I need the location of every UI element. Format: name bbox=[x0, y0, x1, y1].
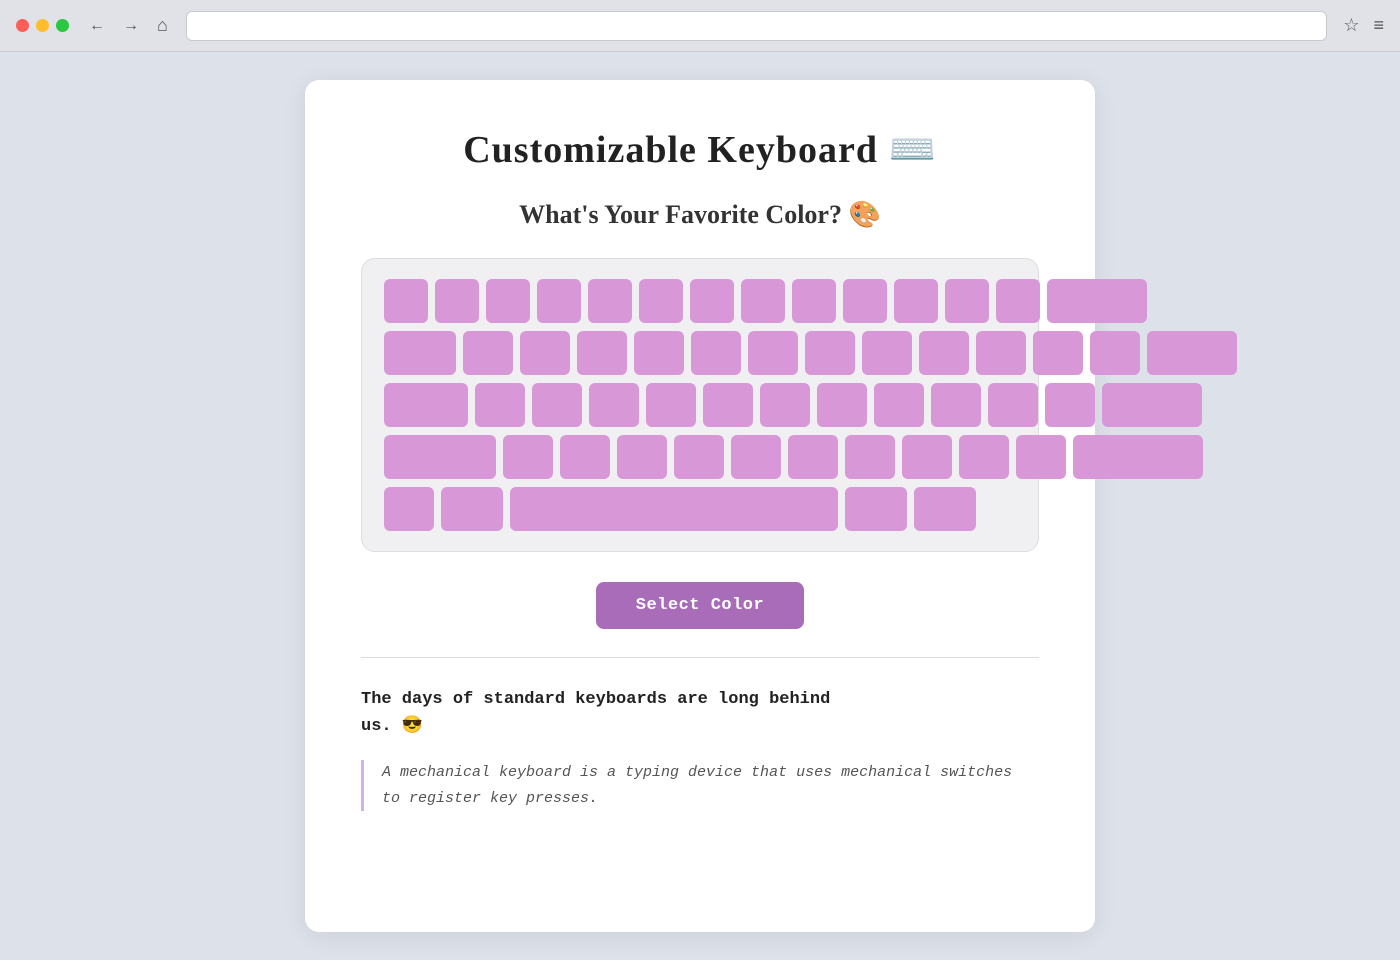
key-g[interactable] bbox=[703, 383, 753, 427]
key-semicolon[interactable] bbox=[988, 383, 1038, 427]
keyboard-row-2 bbox=[384, 331, 1016, 375]
address-bar[interactable] bbox=[186, 11, 1327, 41]
color-question: What's Your Favorite Color? 🎨 bbox=[361, 200, 1039, 230]
key-a[interactable] bbox=[475, 383, 525, 427]
key-minus[interactable] bbox=[945, 279, 989, 323]
key-0[interactable] bbox=[894, 279, 938, 323]
key-backspace[interactable] bbox=[1047, 279, 1147, 323]
bookmark-button[interactable]: ☆ bbox=[1343, 15, 1359, 36]
keyboard-row-1 bbox=[384, 279, 1016, 323]
key-backslash[interactable] bbox=[1147, 331, 1237, 375]
keyboard-row-3 bbox=[384, 383, 1016, 427]
key-equal[interactable] bbox=[996, 279, 1040, 323]
key-x[interactable] bbox=[560, 435, 610, 479]
key-shift-left[interactable] bbox=[384, 435, 496, 479]
key-arrow[interactable] bbox=[914, 487, 976, 531]
key-l[interactable] bbox=[931, 383, 981, 427]
key-w[interactable] bbox=[520, 331, 570, 375]
key-r[interactable] bbox=[634, 331, 684, 375]
traffic-lights bbox=[16, 19, 69, 32]
key-enter[interactable] bbox=[1102, 383, 1202, 427]
key-n[interactable] bbox=[788, 435, 838, 479]
key-5[interactable] bbox=[639, 279, 683, 323]
maximize-button[interactable] bbox=[56, 19, 69, 32]
page-card: Customizable Keyboard ⌨️ What's Your Fav… bbox=[305, 80, 1095, 932]
key-2[interactable] bbox=[486, 279, 530, 323]
key-e[interactable] bbox=[577, 331, 627, 375]
quote-block: A mechanical keyboard is a typing device… bbox=[361, 760, 1039, 811]
key-v[interactable] bbox=[674, 435, 724, 479]
key-esc[interactable] bbox=[384, 279, 428, 323]
key-bracket-open[interactable] bbox=[1033, 331, 1083, 375]
key-o[interactable] bbox=[919, 331, 969, 375]
key-7[interactable] bbox=[741, 279, 785, 323]
key-f[interactable] bbox=[646, 383, 696, 427]
key-bracket-close[interactable] bbox=[1090, 331, 1140, 375]
home-button[interactable]: ⌂ bbox=[153, 13, 172, 38]
minimize-button[interactable] bbox=[36, 19, 49, 32]
key-slash[interactable] bbox=[1016, 435, 1066, 479]
key-i[interactable] bbox=[862, 331, 912, 375]
key-space[interactable] bbox=[510, 487, 838, 531]
key-9[interactable] bbox=[843, 279, 887, 323]
keyboard-row-4 bbox=[384, 435, 1016, 479]
tagline: The days of standard keyboards are long … bbox=[361, 686, 1039, 740]
key-k[interactable] bbox=[874, 383, 924, 427]
key-quote[interactable] bbox=[1045, 383, 1095, 427]
title-bar: ← → ⌂ ☆ ≡ bbox=[0, 0, 1400, 52]
browser-content: Customizable Keyboard ⌨️ What's Your Fav… bbox=[0, 52, 1400, 960]
key-d[interactable] bbox=[589, 383, 639, 427]
key-tab[interactable] bbox=[384, 331, 456, 375]
quote-text: A mechanical keyboard is a typing device… bbox=[382, 764, 1012, 807]
forward-button[interactable]: → bbox=[119, 15, 143, 37]
key-b[interactable] bbox=[731, 435, 781, 479]
key-s[interactable] bbox=[532, 383, 582, 427]
key-c[interactable] bbox=[617, 435, 667, 479]
menu-button[interactable]: ≡ bbox=[1373, 15, 1384, 36]
key-t[interactable] bbox=[691, 331, 741, 375]
key-shift-right[interactable] bbox=[1073, 435, 1203, 479]
key-4[interactable] bbox=[588, 279, 632, 323]
key-1[interactable] bbox=[435, 279, 479, 323]
browser-window: ← → ⌂ ☆ ≡ Customizable Keyboard ⌨️ What'… bbox=[0, 0, 1400, 960]
close-button[interactable] bbox=[16, 19, 29, 32]
key-caps-lock[interactable] bbox=[384, 383, 468, 427]
key-alt-right[interactable] bbox=[845, 487, 907, 531]
key-8[interactable] bbox=[792, 279, 836, 323]
key-q[interactable] bbox=[463, 331, 513, 375]
page-title: Customizable Keyboard ⌨️ bbox=[361, 128, 1039, 172]
key-p[interactable] bbox=[976, 331, 1026, 375]
key-y[interactable] bbox=[748, 331, 798, 375]
key-u[interactable] bbox=[805, 331, 855, 375]
section-divider bbox=[361, 657, 1039, 658]
back-button[interactable]: ← bbox=[85, 15, 109, 37]
keyboard-row-5 bbox=[384, 487, 1016, 531]
key-3[interactable] bbox=[537, 279, 581, 323]
key-ctrl-left[interactable] bbox=[441, 487, 503, 531]
key-h[interactable] bbox=[760, 383, 810, 427]
key-comma[interactable] bbox=[902, 435, 952, 479]
key-z[interactable] bbox=[503, 435, 553, 479]
key-m[interactable] bbox=[845, 435, 895, 479]
select-color-button[interactable]: Select Color bbox=[596, 582, 804, 629]
key-period[interactable] bbox=[959, 435, 1009, 479]
toolbar-right: ☆ ≡ bbox=[1343, 15, 1384, 36]
nav-buttons: ← → ⌂ bbox=[85, 13, 172, 38]
key-j[interactable] bbox=[817, 383, 867, 427]
key-6[interactable] bbox=[690, 279, 734, 323]
key-fn[interactable] bbox=[384, 487, 434, 531]
keyboard-container bbox=[361, 258, 1039, 552]
